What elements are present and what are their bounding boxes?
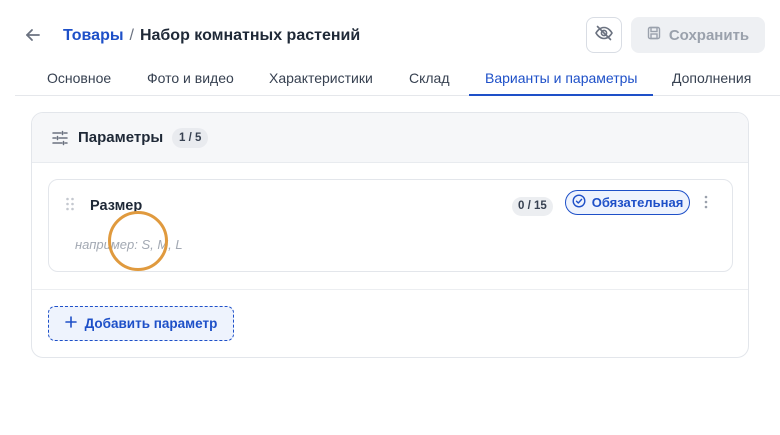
tab-characteristics[interactable]: Характеристики — [269, 62, 373, 96]
param-value-input[interactable] — [75, 234, 455, 254]
required-toggle-button[interactable]: Обязательная — [565, 190, 690, 215]
add-parameter-button[interactable]: Добавить параметр — [48, 306, 234, 341]
tab-additions[interactable]: Дополнения — [672, 62, 751, 96]
page-title: Набор комнатных растений — [139, 27, 361, 44]
save-button-label: Сохранить — [668, 26, 750, 44]
save-button[interactable]: Сохранить — [631, 17, 765, 53]
drag-handle-icon[interactable] — [65, 197, 75, 211]
add-parameter-label: Добавить параметр — [84, 316, 218, 331]
visibility-toggle-button[interactable] — [586, 17, 622, 53]
more-vertical-icon[interactable] — [701, 194, 711, 210]
params-count-badge: 1 / 5 — [172, 128, 209, 148]
params-card: Параметры 1 / 5 Размер 0 / 15 Обязательн… — [31, 112, 749, 358]
sliders-icon — [51, 129, 69, 147]
params-card-title: Параметры — [78, 129, 164, 146]
top-bar: Товары / Набор комнатных растений Сохранит… — [0, 0, 780, 70]
required-label: Обязательная — [591, 195, 684, 210]
plus-icon — [64, 316, 77, 331]
param-name: Размер — [90, 198, 143, 214]
breadcrumb-link-products[interactable]: Товары — [63, 27, 124, 44]
param-values-count-badge: 0 / 15 — [512, 197, 553, 216]
tab-main[interactable]: Основное — [47, 62, 111, 96]
check-circle-icon — [572, 194, 586, 211]
tab-photo-video[interactable]: Фото и видео — [147, 62, 234, 96]
eye-off-icon — [594, 23, 614, 48]
param-item: Размер 0 / 15 Обязательная — [48, 179, 733, 272]
params-card-header: Параметры 1 / 5 — [32, 113, 748, 163]
save-disk-icon — [647, 26, 661, 44]
tab-bar: Основное Фото и видео Характеристики Скл… — [15, 62, 780, 96]
divider — [32, 289, 748, 290]
breadcrumb: Товары / Набор комнатных растений — [63, 26, 360, 46]
tab-variants-params[interactable]: Варианты и параметры — [469, 62, 654, 96]
breadcrumb-separator: / — [129, 27, 134, 44]
back-arrow-icon[interactable] — [22, 24, 44, 46]
tab-warehouse[interactable]: Склад — [409, 62, 450, 96]
